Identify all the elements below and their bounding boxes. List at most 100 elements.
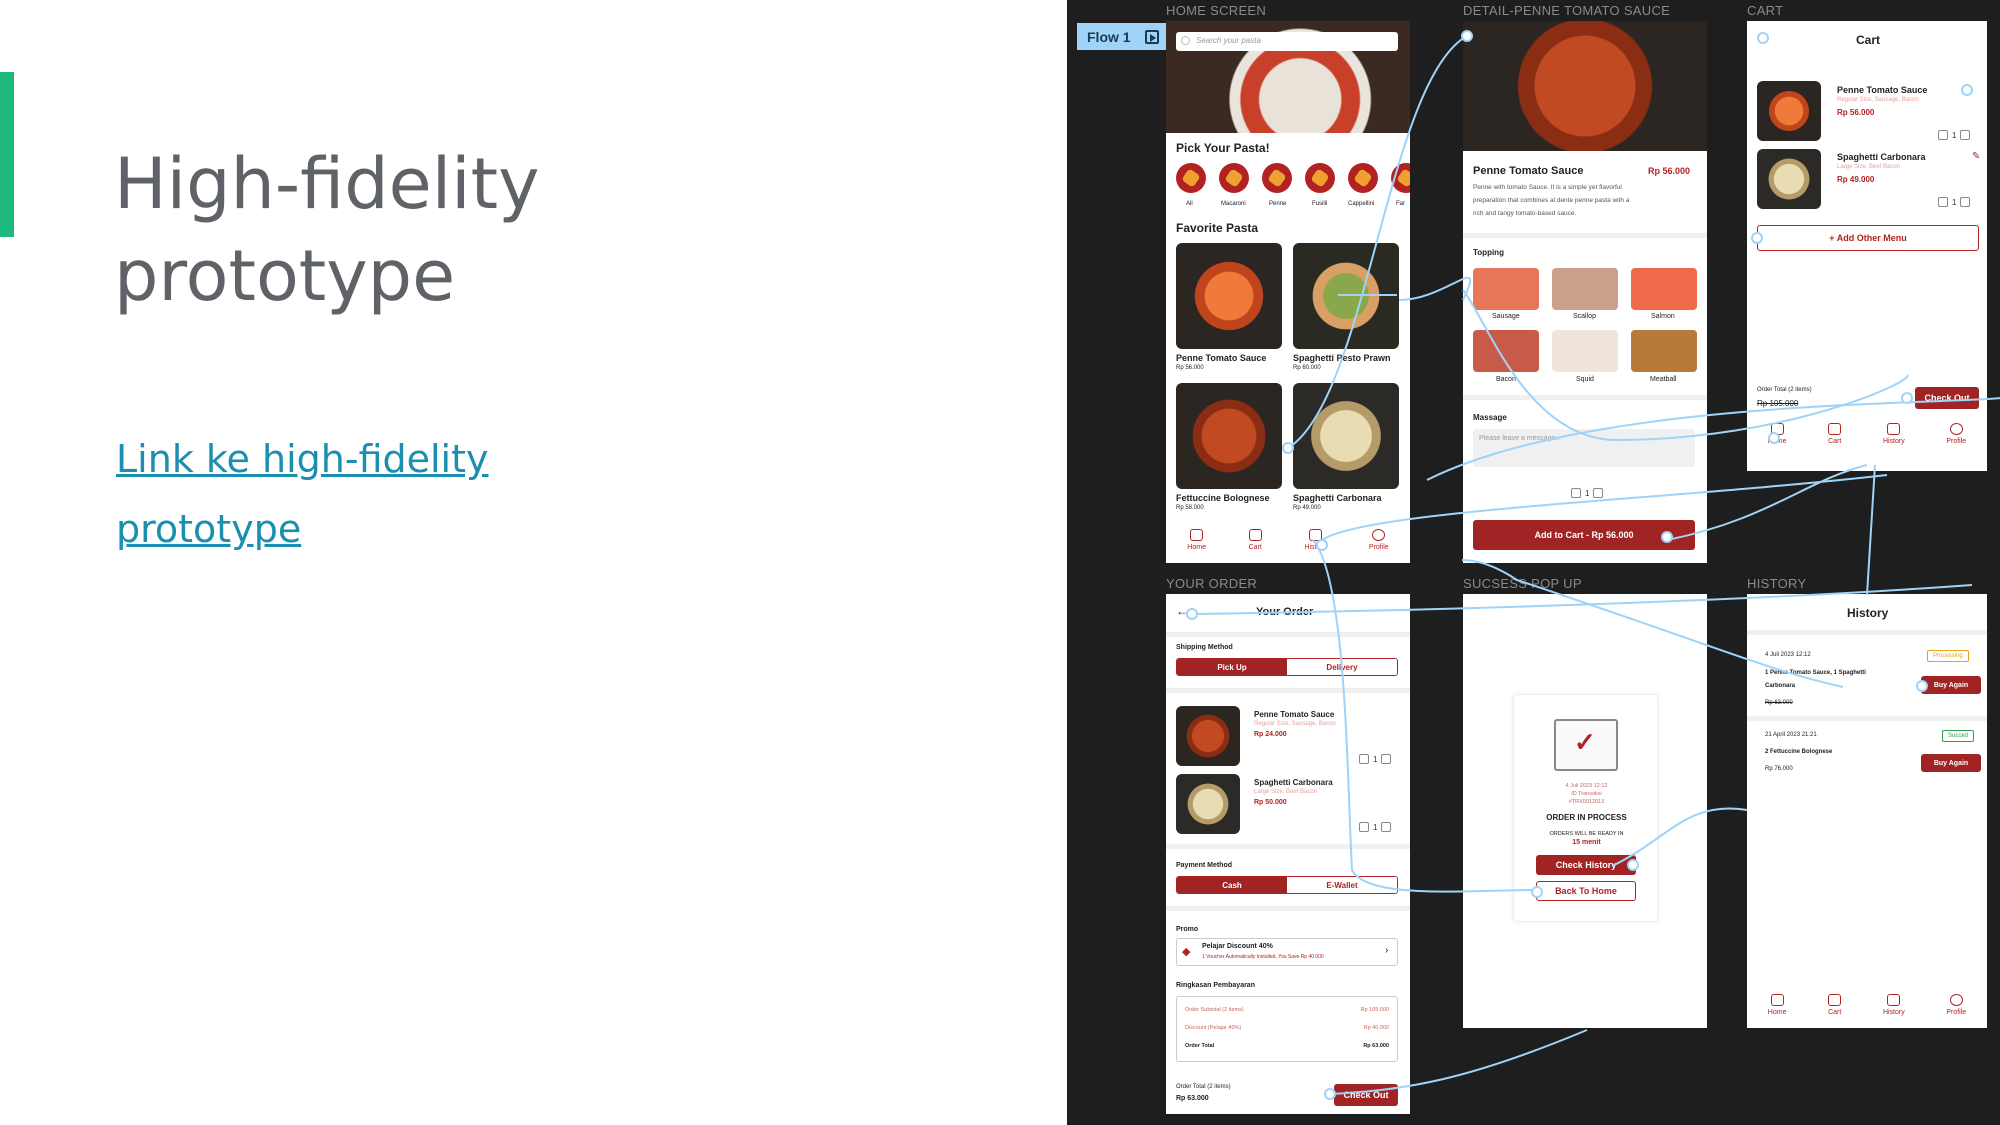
cart-item-note: Large Size, Beef Bacon [1837, 164, 1901, 170]
quantity-stepper[interactable]: 1 [1938, 130, 1971, 140]
home-icon [1770, 423, 1784, 435]
plus-icon[interactable] [1960, 197, 1971, 207]
nav-cart[interactable]: Cart [1249, 529, 1262, 551]
nav-cart[interactable]: Cart [1828, 994, 1841, 1016]
edit-icon[interactable]: ✎ [1972, 151, 1980, 162]
minus-icon[interactable] [1359, 754, 1369, 764]
checkout-button[interactable]: Check Out [1915, 387, 1979, 409]
minus-icon[interactable] [1938, 197, 1948, 207]
topping-label: Bacon [1496, 376, 1516, 383]
cart-icon [1248, 529, 1262, 541]
nav-history[interactable]: History [1883, 423, 1905, 445]
carbonara-thumb [1176, 774, 1240, 834]
shipping-title: Shipping Method [1176, 644, 1233, 651]
plus-icon[interactable] [1381, 822, 1392, 832]
status-badge: Succed [1942, 730, 1975, 742]
back-arrow-icon[interactable]: ← [1176, 604, 1188, 618]
minus-icon[interactable] [1571, 488, 1581, 498]
plus-icon[interactable] [1381, 754, 1392, 764]
check-history-button[interactable]: Check History [1536, 855, 1636, 875]
add-other-menu-button[interactable]: + Add Other Menu [1757, 225, 1979, 251]
nav-cart[interactable]: Cart [1828, 423, 1841, 445]
shipping-toggle[interactable]: Pick Up Delivery [1176, 658, 1398, 676]
plus-icon[interactable] [1593, 488, 1604, 498]
category-icon[interactable] [1219, 163, 1249, 193]
cash-option[interactable]: Cash [1177, 877, 1287, 893]
nav-home[interactable]: Home [1187, 529, 1206, 551]
category-icon[interactable] [1176, 163, 1206, 193]
meatball-image[interactable] [1631, 330, 1697, 372]
ewallet-option[interactable]: E-Wallet [1287, 877, 1397, 893]
payment-title: Payment Method [1176, 862, 1233, 869]
summary-value: Rp 105.000 [1360, 1007, 1389, 1013]
cart-icon [1828, 994, 1842, 1006]
frame-label-popup: SUCSESS POP UP [1463, 576, 1582, 591]
message-input[interactable]: Please leave a message... [1473, 429, 1695, 467]
search-input[interactable]: Search your pasta [1176, 32, 1398, 51]
nav-label: History [1304, 544, 1327, 551]
plus-icon[interactable] [1960, 130, 1971, 140]
quantity-stepper[interactable]: 1 [1359, 754, 1392, 764]
buy-again-button[interactable]: Buy Again [1921, 676, 1981, 694]
flow-tag[interactable]: Flow 1 [1077, 23, 1169, 50]
penne-dish-image[interactable] [1176, 243, 1282, 349]
category-icon[interactable] [1348, 163, 1378, 193]
order-title: Your Order [1256, 606, 1314, 618]
cart-item-name: Spaghetti Carbonara [1837, 152, 1926, 162]
delivery-option[interactable]: Delivery [1287, 659, 1397, 675]
payment-toggle[interactable]: Cash E-Wallet [1176, 876, 1398, 894]
play-icon[interactable] [1144, 29, 1159, 44]
frame-label-detail: DETAIL-PENNE TOMATO SAUCE [1463, 3, 1671, 18]
summary-label: Order Subtotal (2 items) [1185, 1007, 1244, 1013]
topping-label: Salmon [1651, 313, 1675, 320]
category-icon[interactable] [1262, 163, 1292, 193]
bolognese-dish-image[interactable] [1176, 383, 1282, 489]
nav-history[interactable]: History [1304, 529, 1326, 551]
pesto-dish-image[interactable] [1293, 243, 1399, 349]
salmon-image[interactable] [1631, 268, 1697, 310]
history-date: 4 Juli 2023 12:12 [1765, 652, 1811, 658]
bottom-nav: Home Cart History Profile [1747, 423, 1987, 445]
carbonara-dish-image[interactable] [1293, 383, 1399, 489]
carbonara-thumb [1757, 149, 1821, 209]
category-icon[interactable] [1305, 163, 1335, 193]
nav-home[interactable]: Home [1768, 994, 1786, 1016]
back-to-home-button[interactable]: Back To Home [1536, 881, 1636, 901]
nav-history[interactable]: History [1883, 994, 1905, 1016]
pickup-option[interactable]: Pick Up [1177, 659, 1287, 675]
back-arrow-icon[interactable]: ← [1757, 33, 1769, 47]
summary-label: Discount (Pelajar 40%) [1185, 1025, 1242, 1031]
detail-name: Penne Tomato Sauce [1473, 165, 1584, 177]
category-icon[interactable] [1391, 163, 1410, 193]
add-to-cart-button[interactable]: Add to Cart - Rp 56.000 [1473, 520, 1695, 550]
nav-home[interactable]: Home [1768, 423, 1786, 445]
nav-profile[interactable]: Profile [1369, 529, 1389, 551]
quantity-stepper[interactable]: 1 [1938, 197, 1971, 207]
divider [1166, 632, 1410, 637]
scallop-image[interactable] [1552, 268, 1618, 310]
checkout-button[interactable]: Check Out [1334, 1084, 1398, 1106]
envelope-icon: ✓ [1554, 719, 1618, 771]
cart-item-name: Penne Tomato Sauce [1837, 85, 1928, 95]
minus-icon[interactable] [1938, 130, 1948, 140]
nav-profile[interactable]: Profile [1946, 994, 1966, 1016]
divider [1747, 716, 1987, 721]
sausage-image[interactable] [1473, 268, 1539, 310]
nav-label: Cart [1828, 438, 1842, 445]
order-item-name: Spaghetti Carbonara [1254, 778, 1333, 787]
promo-card[interactable]: ◆ Pelajar Discount 40% 1 Voucher Automat… [1176, 938, 1398, 966]
category-label: All [1186, 201, 1193, 207]
summary-value: Rp 63.000 [1363, 1043, 1389, 1049]
quantity-stepper[interactable]: 1 [1359, 822, 1392, 832]
prototype-link[interactable]: Link ke high-fidelity prototype [116, 424, 616, 564]
detail-screen: Penne Tomato Sauce Rp 56.000 Penne with … [1463, 21, 1707, 563]
minus-icon[interactable] [1359, 822, 1369, 832]
item-name: Penne Tomato Sauce [1176, 353, 1267, 363]
buy-again-button[interactable]: Buy Again [1921, 754, 1981, 772]
qty-value: 1 [1585, 488, 1590, 498]
bacon-image[interactable] [1473, 330, 1539, 372]
squid-image[interactable] [1552, 330, 1618, 372]
bottom-nav: Home Cart History Profile [1747, 994, 1987, 1016]
nav-profile[interactable]: Profile [1946, 423, 1966, 445]
quantity-stepper[interactable]: 1 [1571, 488, 1604, 498]
